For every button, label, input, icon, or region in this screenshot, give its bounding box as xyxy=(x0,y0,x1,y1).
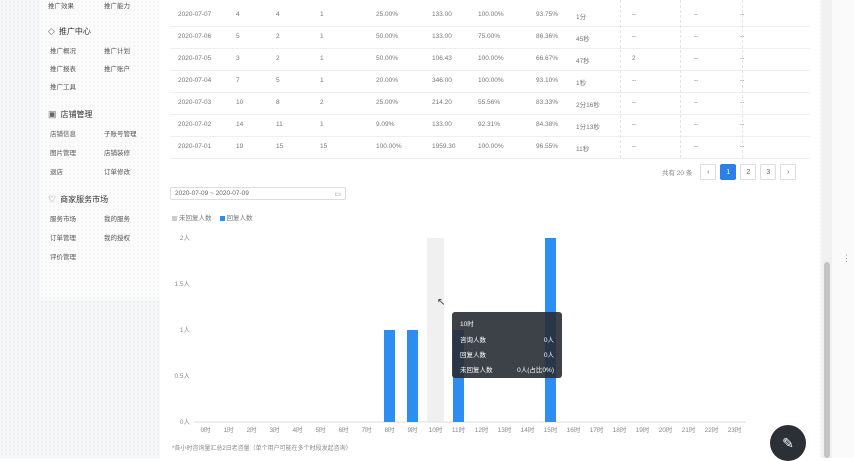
mouse-cursor-icon: ↖ xyxy=(437,297,446,308)
x-tick-label: 1时 xyxy=(223,425,234,434)
x-tick-label: 23时 xyxy=(728,425,742,434)
y-tick-label: 2人 xyxy=(180,234,191,242)
x-tick-label: 2时 xyxy=(246,425,257,434)
x-tick-label: 0时 xyxy=(200,425,211,434)
tooltip-row: 未回复人数 0人(占比0%) xyxy=(460,364,554,374)
tooltip-row: 咨询人数 0人 xyxy=(460,334,554,344)
x-tick-label: 16时 xyxy=(567,425,581,434)
tooltip-value: 0人 xyxy=(543,337,554,344)
y-tick-label: 0.5人 xyxy=(174,372,190,380)
y-tick-label: 1.5人 xyxy=(174,280,190,288)
tooltip-row: 回复人数 0人 xyxy=(460,349,554,359)
y-tick-label: 1人 xyxy=(180,326,191,334)
tooltip-label: 回复人数 xyxy=(460,352,486,359)
tooltip-label: 未回复人数 xyxy=(460,367,493,374)
x-tick-label: 17时 xyxy=(590,425,604,434)
chart-footnote: *各小时咨询量汇总2日老咨量（单个用户可能在多个时段发起咨询） xyxy=(172,446,352,452)
column-divider xyxy=(742,0,743,158)
x-tick-label: 18时 xyxy=(613,425,627,434)
y-tick-label: 0人 xyxy=(180,418,191,426)
x-tick-label: 13时 xyxy=(498,425,512,434)
tooltip-value: 0人(占比0%) xyxy=(517,367,554,374)
x-tick-label: 9时 xyxy=(407,425,418,434)
tooltip-value: 0人 xyxy=(543,352,554,359)
column-divider xyxy=(680,0,681,158)
x-tick-label: 4时 xyxy=(292,425,303,434)
hover-highlight-band xyxy=(427,238,444,422)
x-tick-label: 11时 xyxy=(452,425,466,434)
hourly-bar-chart: 0人 0.5人 1人 1.5人 2人 0时 1时 2时 3时 4时 5时 6时 7时 8时 9时 10时 11时… xyxy=(174,234,746,434)
x-tick-label: 6时 xyxy=(338,425,349,434)
column-divider xyxy=(620,0,621,158)
chart-tooltip: 10时 咨询人数 0人 回复人数 0人 未回复人数 0人(占比0%) xyxy=(452,312,562,378)
x-tick-label: 10时 xyxy=(429,425,443,434)
bar-replied[interactable] xyxy=(407,330,418,422)
x-tick-label: 12时 xyxy=(475,425,489,434)
x-tick-label: 19时 xyxy=(636,425,650,434)
tooltip-title: 10时 xyxy=(460,321,474,328)
x-tick-label: 5时 xyxy=(315,425,326,434)
edit-icon[interactable]: ✎ xyxy=(770,425,806,461)
x-tick-label: 3时 xyxy=(269,425,280,434)
bar-replied[interactable] xyxy=(384,330,395,422)
x-tick-label: 14时 xyxy=(521,425,535,434)
x-tick-label: 22时 xyxy=(705,425,719,434)
x-tick-label: 20时 xyxy=(659,425,673,434)
tooltip-label: 咨询人数 xyxy=(460,337,486,344)
x-tick-label: 8时 xyxy=(384,425,395,434)
x-tick-label: 7时 xyxy=(361,425,372,434)
x-tick-label: 15时 xyxy=(544,425,558,434)
x-tick-label: 21时 xyxy=(682,425,696,434)
